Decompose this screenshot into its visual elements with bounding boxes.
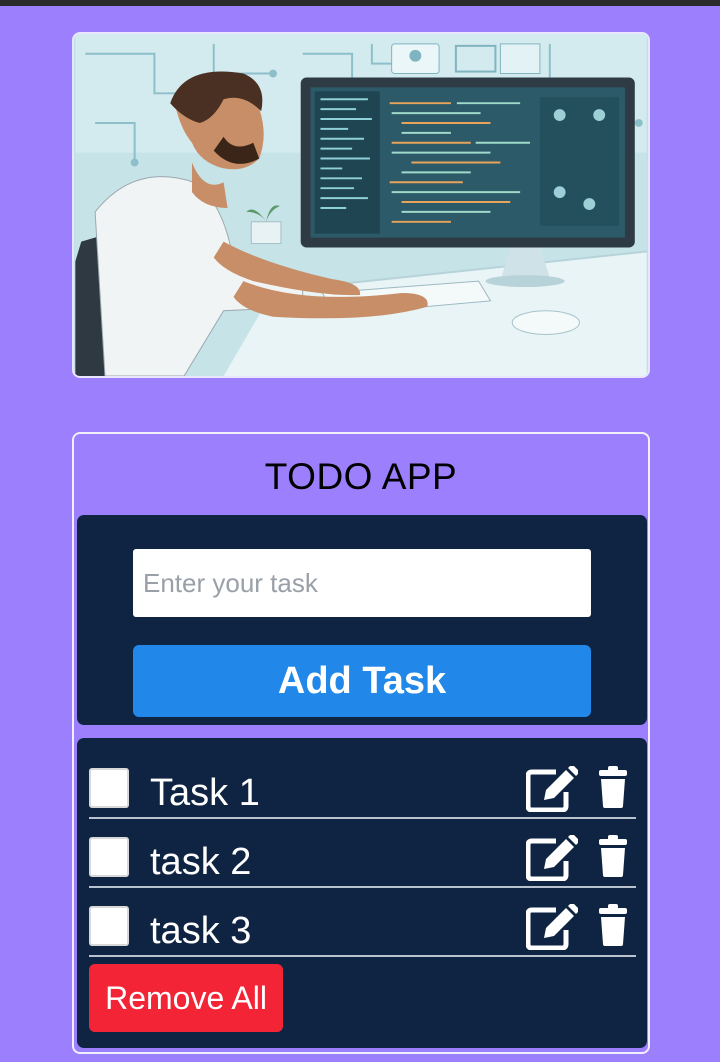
task-checkbox[interactable] (89, 906, 129, 946)
task-list: Task 1 task 2 task 3 Remove All (77, 738, 647, 1048)
task-label: task 2 (150, 841, 252, 883)
trash-icon[interactable] (599, 835, 627, 877)
app-title: TODO APP (264, 456, 458, 497)
task-row: task 2 (89, 819, 636, 888)
add-task-button[interactable]: Add Task (133, 645, 591, 717)
trash-icon[interactable] (599, 904, 627, 946)
edit-icon[interactable] (526, 835, 578, 881)
task-checkbox[interactable] (89, 837, 129, 877)
task-label: Task 1 (150, 772, 260, 814)
task-label: task 3 (150, 910, 252, 952)
task-input[interactable] (133, 549, 591, 617)
task-input-panel: Add Task (77, 515, 647, 725)
task-row: Task 1 (89, 750, 636, 819)
todo-card: TODO APP Add Task Task 1 task 2 (72, 432, 650, 1054)
hero-illustration (72, 32, 650, 378)
remove-all-button[interactable]: Remove All (89, 964, 283, 1032)
status-bar-edge (0, 0, 720, 6)
edit-icon[interactable] (526, 904, 578, 950)
edit-icon[interactable] (526, 766, 578, 812)
task-row: task 3 (89, 888, 636, 957)
trash-icon[interactable] (599, 766, 627, 808)
task-checkbox[interactable] (89, 768, 129, 808)
